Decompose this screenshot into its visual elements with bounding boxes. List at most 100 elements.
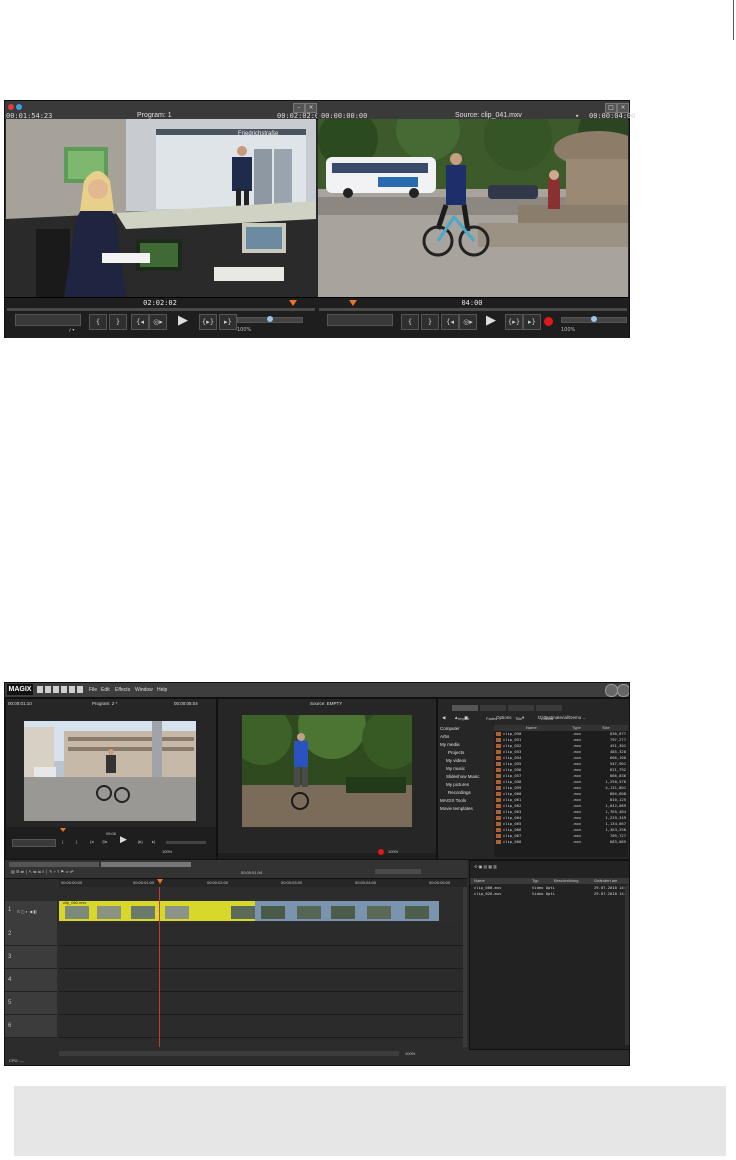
- timeline-zoom[interactable]: 100%: [405, 1051, 415, 1056]
- maximize-icon[interactable]: □: [605, 103, 617, 113]
- tab-effects[interactable]: Effects: [536, 705, 562, 721]
- tree-item-my-videos[interactable]: My videos: [438, 757, 494, 765]
- menu-file[interactable]: File: [89, 683, 97, 697]
- up-arrow-icon[interactable]: ▲: [454, 715, 458, 720]
- source-jog-wheel[interactable]: [327, 314, 393, 326]
- mark-out-button[interactable]: }: [109, 314, 127, 330]
- menu-help[interactable]: Help: [157, 683, 167, 697]
- tree-item-my-pictures[interactable]: My pictures: [438, 781, 494, 789]
- column-type[interactable]: Typ: [532, 878, 538, 884]
- timeline-vertical-scrollbar[interactable]: [463, 887, 467, 1047]
- track-4[interactable]: [59, 969, 465, 992]
- path-selector[interactable]: D:\Testmaterial\Demo ...: [538, 715, 586, 720]
- save-icon[interactable]: [53, 686, 59, 693]
- tree-item-slideshow-music[interactable]: Slideshow Music: [438, 773, 494, 781]
- program-playhead-marker[interactable]: [289, 300, 297, 306]
- column-date[interactable]: Geändert am: [594, 878, 617, 884]
- undo-icon[interactable]: [61, 686, 67, 693]
- next-marker-button[interactable]: ▸}: [523, 314, 541, 330]
- redo-icon[interactable]: [69, 686, 75, 693]
- program-volume-knob[interactable]: [267, 316, 273, 322]
- file-panel-scrollbar[interactable]: [625, 885, 629, 1045]
- tree-item-magix-tools[interactable]: MAGIX Tools: [438, 797, 494, 805]
- file-row[interactable]: clip_068 .mxv 683,085: [494, 839, 628, 845]
- source-volume-knob[interactable]: [591, 316, 597, 322]
- program-jog-wheel[interactable]: [15, 314, 81, 326]
- mark-out-button[interactable]: }: [421, 314, 439, 330]
- menu-effects[interactable]: Effects: [115, 683, 130, 697]
- tree-item-arbs[interactable]: Arbs: [438, 733, 494, 741]
- program-volume-slider[interactable]: [166, 841, 206, 844]
- folder-icon[interactable]: ▣: [464, 715, 468, 721]
- options-button[interactable]: Options: [496, 715, 512, 720]
- play-button[interactable]: ▶: [120, 835, 127, 845]
- tree-item-recordings[interactable]: Recordings: [438, 789, 494, 797]
- play-range-button[interactable]: {▸}: [505, 314, 523, 330]
- timeline-playhead-marker[interactable]: [157, 879, 163, 884]
- refresh-icon[interactable]: [77, 686, 83, 693]
- timeline-horizontal-scrollbar[interactable]: [59, 1051, 399, 1056]
- project-tab[interactable]: [9, 862, 99, 867]
- next-marker-button[interactable]: ▸}: [152, 839, 155, 844]
- previous-marker-button[interactable]: {◂: [90, 839, 93, 844]
- close-icon[interactable]: ×: [305, 103, 317, 113]
- tree-item-computer[interactable]: Computer: [438, 725, 494, 733]
- program-fx-dropdown[interactable]: ƒ ▾: [69, 327, 74, 332]
- settings-gear-icon[interactable]: [617, 684, 629, 697]
- track-controls[interactable]: S ▢ ◐ ◀ ◧: [17, 909, 37, 914]
- source-playhead-marker[interactable]: [349, 300, 357, 306]
- program-jog-wheel[interactable]: [12, 839, 56, 847]
- track-5[interactable]: [59, 992, 465, 1015]
- open-folder-icon[interactable]: [45, 686, 51, 693]
- back-arrow-icon[interactable]: ◀: [442, 715, 445, 721]
- menu-window[interactable]: Window: [135, 683, 153, 697]
- timeline-ruler[interactable]: 00:00:00:00 00:00:01:00 00:00:02:00 00:0…: [59, 879, 467, 887]
- tree-item-projects[interactable]: Projects: [438, 749, 494, 757]
- mark-in-button[interactable]: {: [62, 839, 63, 844]
- play-range-button[interactable]: {▸}: [138, 839, 143, 844]
- minimize-icon[interactable]: –: [293, 103, 305, 113]
- mark-out-button[interactable]: }: [76, 839, 77, 844]
- next-marker-button[interactable]: ▸}: [219, 314, 237, 330]
- project-tab-active[interactable]: [101, 862, 191, 867]
- track-6[interactable]: [59, 1015, 465, 1038]
- mark-in-button[interactable]: {: [89, 314, 107, 330]
- new-file-icon[interactable]: [37, 686, 43, 693]
- menu-edit[interactable]: Edit: [101, 683, 110, 697]
- rewind-button[interactable]: ◎▸: [149, 314, 167, 330]
- track-2[interactable]: [59, 923, 465, 946]
- play-button[interactable]: ▶: [173, 313, 193, 329]
- close-icon[interactable]: ×: [617, 103, 629, 113]
- source-zoom[interactable]: 100%: [388, 849, 398, 854]
- play-range-button[interactable]: {▸}: [199, 314, 217, 330]
- previous-marker-button[interactable]: {◂: [441, 314, 459, 330]
- tree-item-my-music[interactable]: My music: [438, 765, 494, 773]
- timeline-tool-icons[interactable]: ▤ ☰ ⇄ │ ↖ ⇆ ⇋ ≡ │ ✎ ⌁ T ⚑ ⇒ ☍: [11, 869, 74, 874]
- options-dropdown-icon[interactable]: ▾: [522, 715, 524, 721]
- program-position-ruler[interactable]: [7, 308, 315, 311]
- tab-fades[interactable]: Fades: [480, 705, 506, 721]
- source-zoom[interactable]: 100%: [561, 327, 575, 333]
- program-zoom[interactable]: 100%: [162, 849, 172, 854]
- program-zoom[interactable]: 100%: [237, 327, 251, 333]
- tab-title[interactable]: Title: [508, 705, 534, 721]
- rewind-button[interactable]: ◎▸: [102, 839, 108, 844]
- tab-import[interactable]: Import: [452, 705, 478, 721]
- tree-item-movie-templates[interactable]: Movie templates: [438, 805, 494, 813]
- tree-item-my-media[interactable]: My media: [438, 741, 494, 749]
- file-panel-toolbar[interactable]: ⟲ ▣ ▤ ▦ ▥: [474, 864, 497, 869]
- timeline-volume-slider[interactable]: [375, 869, 421, 874]
- source-position-ruler[interactable]: [319, 308, 627, 311]
- record-button[interactable]: [378, 849, 384, 855]
- mark-in-button[interactable]: {: [401, 314, 419, 330]
- track-3[interactable]: [59, 946, 465, 969]
- video-clip-track-1[interactable]: clip_060.mxv: [59, 900, 439, 921]
- program-playhead-marker[interactable]: [60, 828, 66, 832]
- play-button[interactable]: ▶: [481, 313, 501, 329]
- column-description[interactable]: Beschreibung: [554, 878, 578, 884]
- project-file-row[interactable]: clip_026.mxv Video Opti 29.07.2010 14:: [474, 891, 626, 897]
- column-name[interactable]: Name: [474, 878, 485, 884]
- previous-marker-button[interactable]: {◂: [131, 314, 149, 330]
- rewind-button[interactable]: ◎▸: [459, 314, 477, 330]
- record-button[interactable]: [544, 317, 553, 326]
